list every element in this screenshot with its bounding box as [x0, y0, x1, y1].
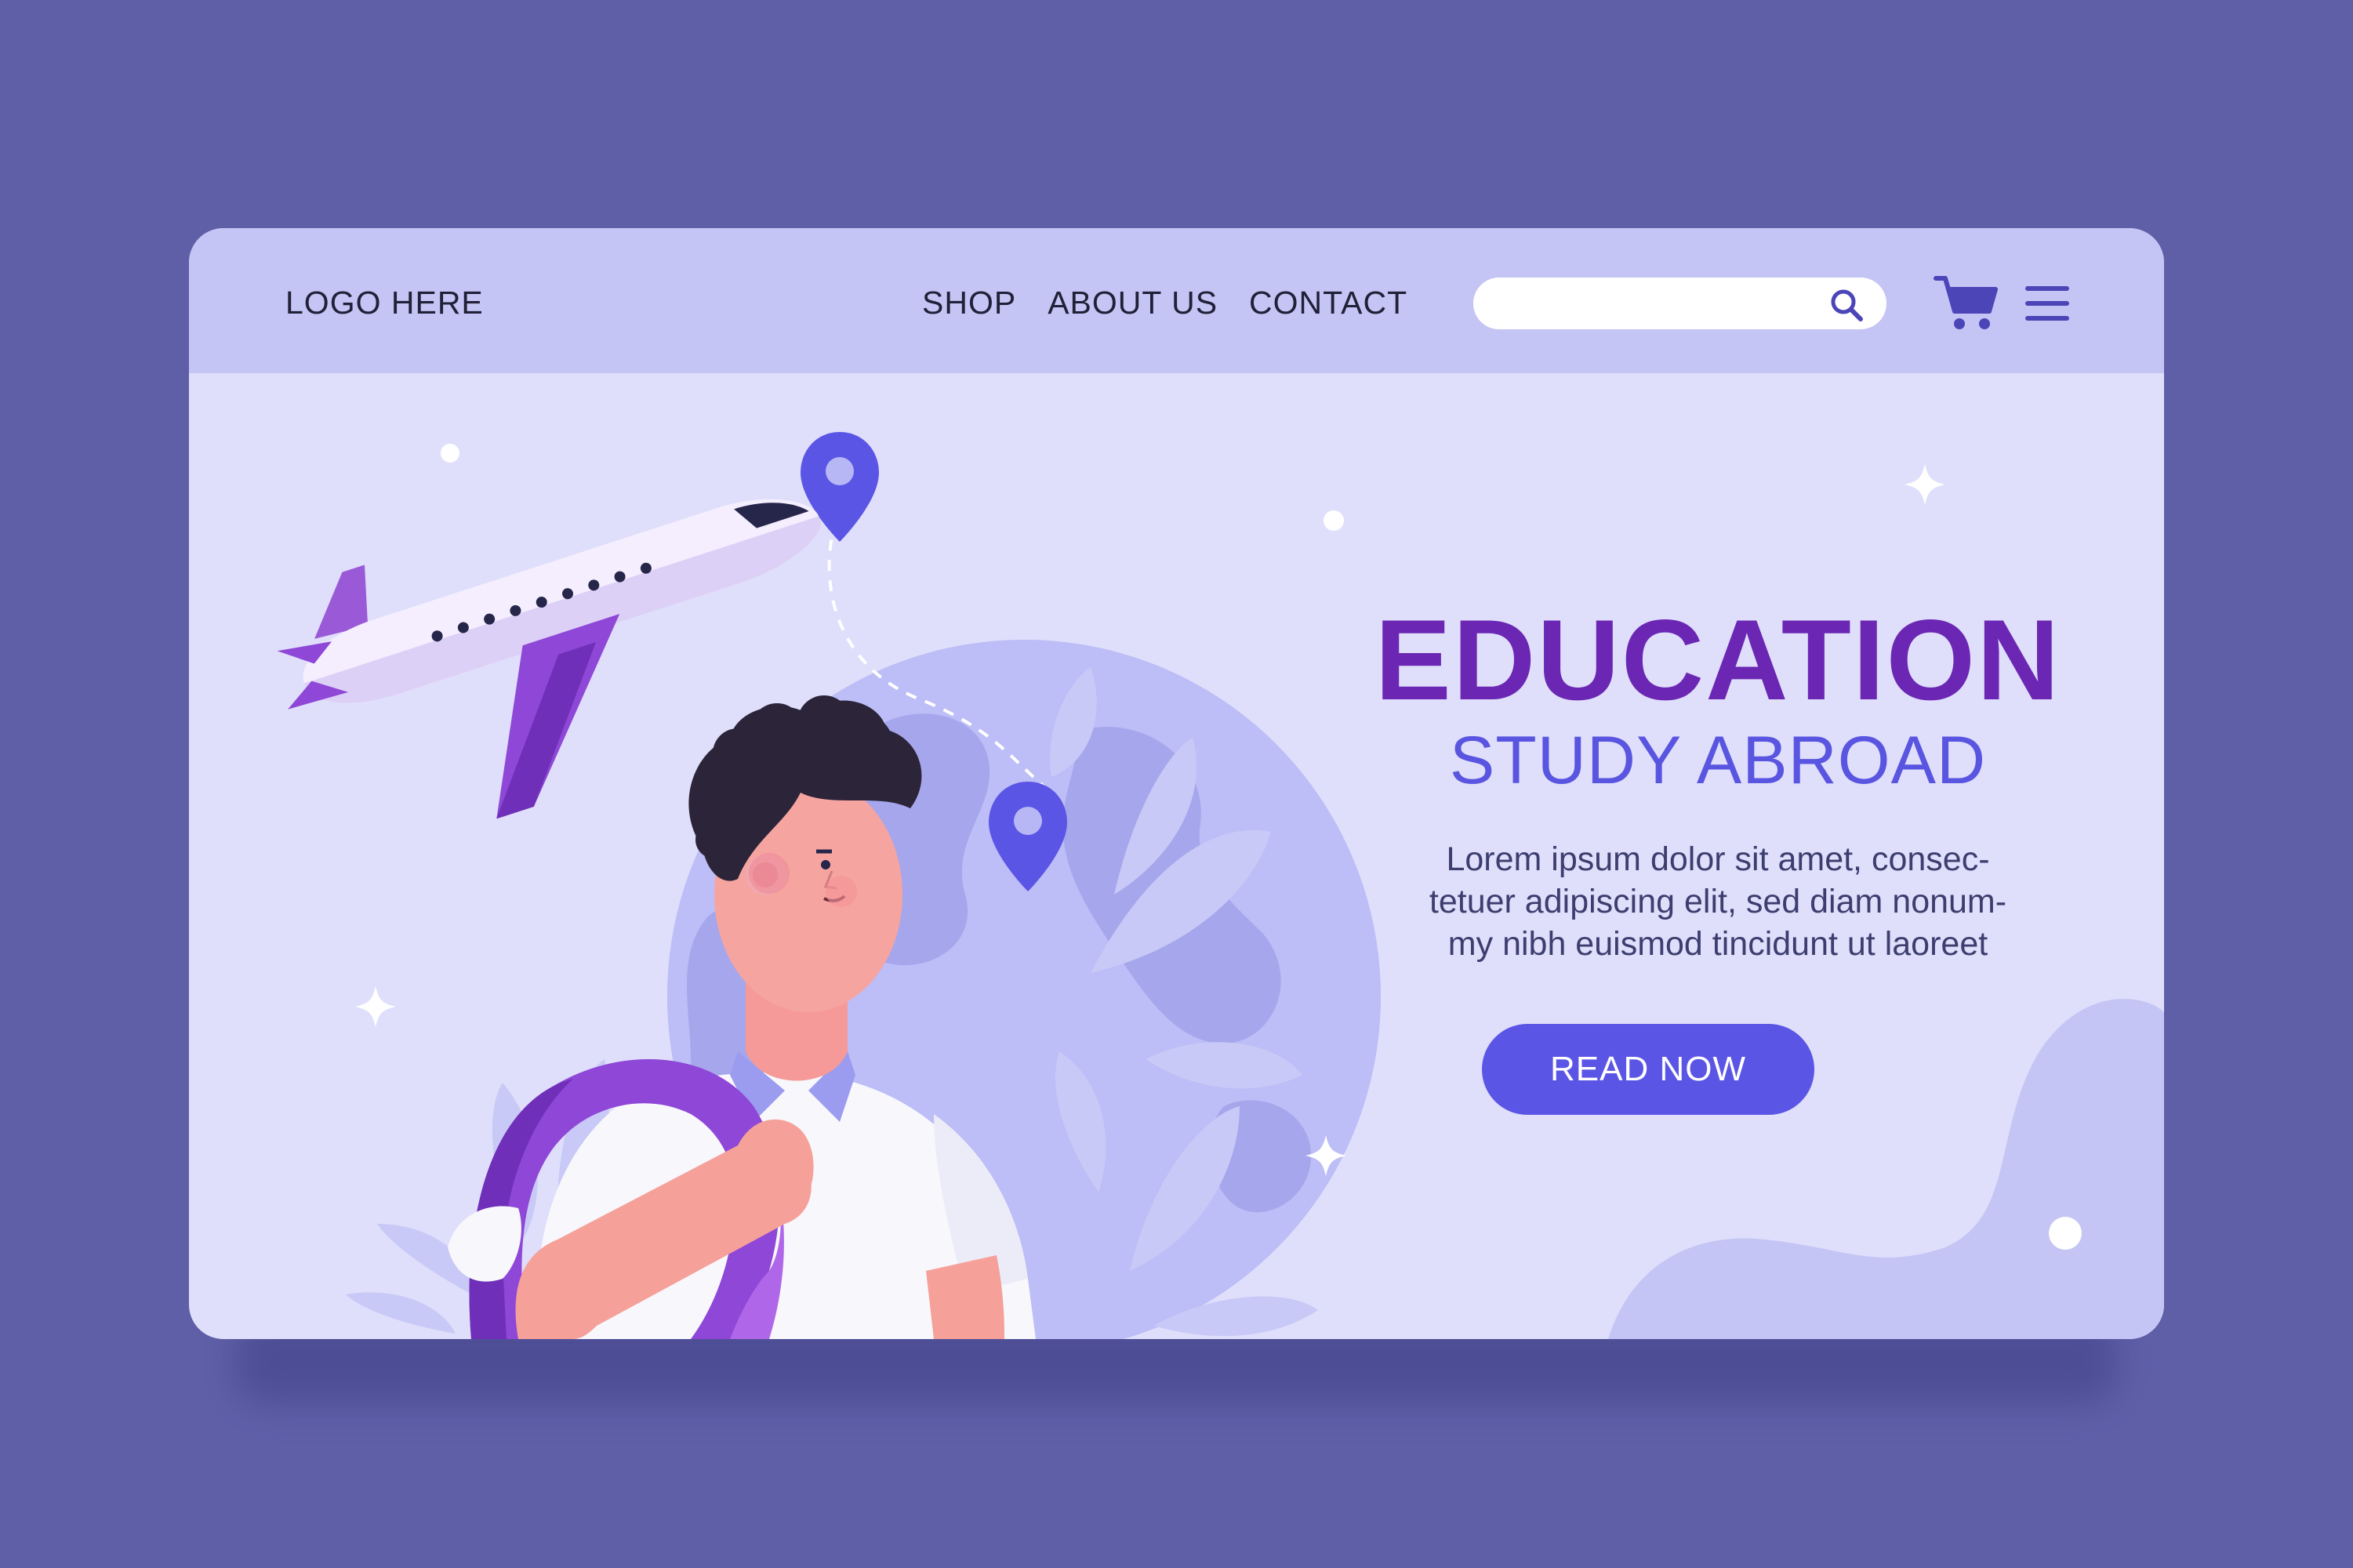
- hero-description-line: Lorem ipsum dolor sit amet, consec-: [1446, 840, 1990, 878]
- hero-title: EDUCATION: [1374, 596, 2061, 724]
- nav-link-about-us[interactable]: ABOUT US: [1048, 285, 1218, 321]
- search-input[interactable]: [1497, 284, 1814, 325]
- landing-page-window: LOGO HERE SHOP ABOUT US CONTACT EDUCATIO…: [189, 228, 2164, 1339]
- hero-description: Lorem ipsum dolor sit amet, consec- tetu…: [1287, 838, 2149, 965]
- read-now-button[interactable]: READ NOW: [1482, 1024, 1814, 1115]
- hamburger-menu-icon[interactable]: [2024, 285, 2071, 322]
- search-icon[interactable]: [1828, 287, 1865, 323]
- cart-icon[interactable]: [1933, 274, 2000, 333]
- search-bar: [1473, 278, 1886, 329]
- hero-description-line: my nibh euismod tincidunt ut laoreet: [1447, 925, 1988, 963]
- hero-description-line: tetuer adipiscing elit, sed diam nonum-: [1429, 883, 2007, 920]
- page-background: LOGO HERE SHOP ABOUT US CONTACT EDUCATIO…: [0, 0, 2353, 1568]
- navigation-bar: LOGO HERE SHOP ABOUT US CONTACT: [189, 228, 2164, 373]
- nav-menu: SHOP ABOUT US CONTACT: [922, 285, 1407, 321]
- nav-link-shop[interactable]: SHOP: [922, 285, 1016, 321]
- logo[interactable]: LOGO HERE: [285, 285, 484, 321]
- nav-link-contact[interactable]: CONTACT: [1249, 285, 1407, 321]
- hero-subtitle: STUDY ABROAD: [1449, 723, 1987, 798]
